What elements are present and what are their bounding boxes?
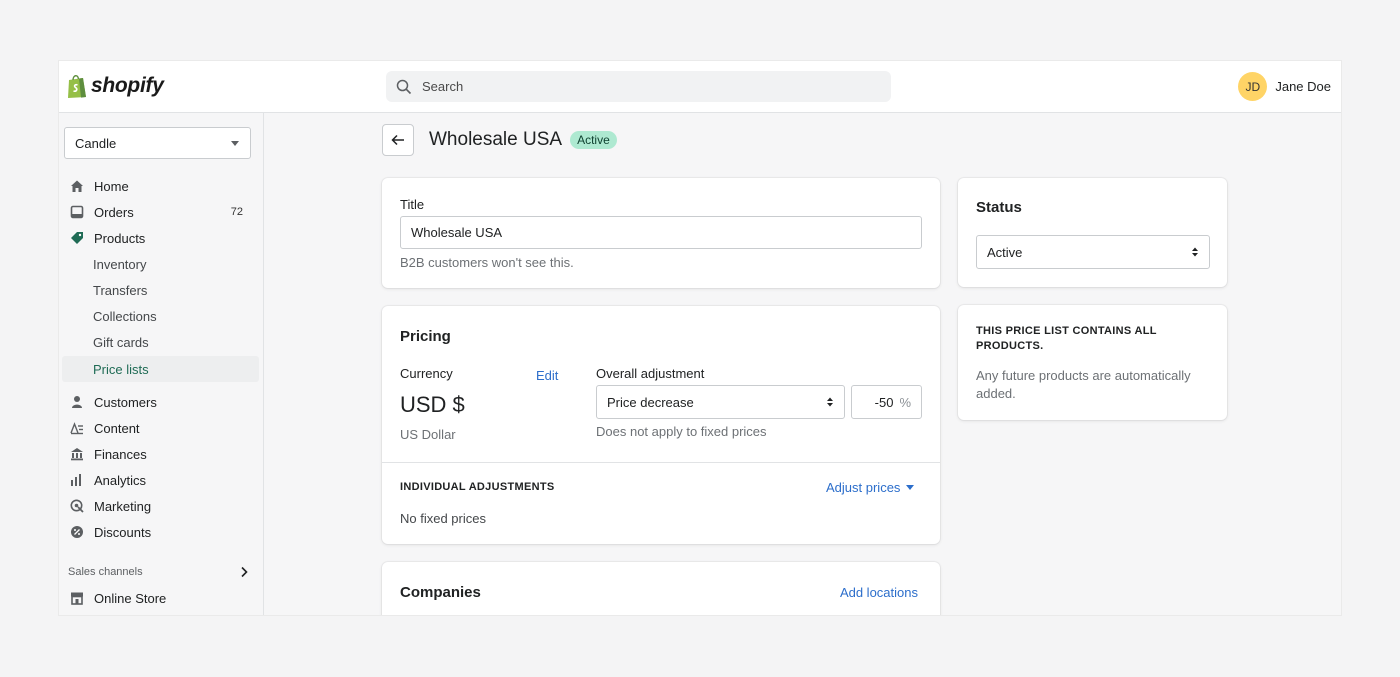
sidebar-item-content[interactable]: Content [62,416,259,440]
tag-icon [70,231,84,245]
sidebar-item-label: Price lists [93,361,149,377]
target-icon [70,499,84,513]
sidebar-item-analytics[interactable]: Analytics [62,468,259,492]
discount-icon [70,525,84,539]
sidebar-item-label: Products [94,230,146,246]
sidebar-item-online-store[interactable]: Online Store [62,586,259,610]
adjustment-type-value: Price decrease [607,394,694,410]
sidebar-item-transfers[interactable]: Transfers [62,278,259,302]
adjustment-help-text: Does not apply to fixed prices [596,424,767,439]
page-header: Wholesale USA Active [382,124,617,156]
sidebar-item-label: Orders [94,204,134,220]
page-title: Wholesale USA [429,129,563,150]
caret-down-icon [906,484,915,490]
sidebar-item-label: Online Store [94,590,167,606]
sidebar-item-label: Transfers [93,282,148,298]
status-badge: Active [570,131,617,149]
sidebar-item-gift-cards[interactable]: Gift cards [62,330,259,354]
content-icon [70,421,84,435]
no-fixed-prices-text: No fixed prices [400,511,486,526]
user-name: Jane Doe [1275,79,1331,94]
adjust-prices-button[interactable]: Adjust prices [826,480,915,495]
search-placeholder: Search [422,79,464,94]
sidebar-item-label: Marketing [94,498,152,514]
edit-currency-link[interactable]: Edit [536,368,558,383]
sidebar-item-label: Collections [93,308,157,324]
sidebar-item-finances[interactable]: Finances [62,442,259,466]
adjustment-value-input[interactable]: -50 % [851,385,922,419]
sidebar-item-inventory[interactable]: Inventory [62,252,259,276]
title-input[interactable]: Wholesale USA [400,216,922,249]
sidebar: Candle Home Orders 72 Products Inventory [59,113,264,615]
select-arrows-icon [1192,247,1198,257]
currency-label: Currency [400,366,453,381]
sidebar-item-collections[interactable]: Collections [62,304,259,328]
adjustment-type-select[interactable]: Price decrease [596,385,845,419]
orders-icon [70,205,84,219]
arrow-left-icon [391,134,404,146]
back-button[interactable] [382,124,414,156]
bank-icon [70,447,84,461]
avatar: JD [1238,72,1268,101]
top-bar: shopify Search JD Jane Doe [59,61,1341,113]
sidebar-item-label: Gift cards [93,334,149,350]
chevron-down-icon [231,141,239,146]
pricing-heading: Pricing [400,328,451,345]
sidebar-item-marketing[interactable]: Marketing [62,494,259,518]
sidebar-item-label: Analytics [94,472,147,488]
title-label: Title [400,197,425,212]
shopping-bag-icon [68,75,86,98]
store-select-value: Candle [75,135,117,151]
chevron-right-icon[interactable] [239,566,249,578]
sidebar-item-products[interactable]: Products [62,226,259,250]
sidebar-item-customers[interactable]: Customers [62,390,259,414]
sidebar-item-orders[interactable]: Orders 72 [62,200,259,224]
title-help-text: B2B customers won't see this. [400,255,574,270]
sidebar-item-price-lists[interactable]: Price lists [62,356,259,382]
app-window: shopify Search JD Jane Doe Candle Home O… [59,61,1341,615]
status-select[interactable]: Active [976,235,1210,269]
sidebar-item-discounts[interactable]: Discounts [62,520,259,544]
sidebar-item-label: Customers [94,394,157,410]
orders-count-badge: 72 [230,206,243,218]
sidebar-item-label: Inventory [93,256,147,272]
companies-card: Companies Add locations [382,562,940,615]
overall-adjustment-label: Overall adjustment [596,366,705,381]
divider [382,462,940,463]
companies-heading: Companies [400,584,481,601]
sidebar-item-label: Home [94,178,129,194]
store-icon [70,591,84,605]
info-body: Any future products are automatically ad… [976,368,1191,401]
sidebar-item-label: Discounts [94,524,152,540]
person-icon [70,395,84,409]
status-select-value: Active [987,244,1023,260]
title-input-value: Wholesale USA [411,225,503,240]
info-heading: THIS PRICE LIST CONTAINS ALL PRODUCTS. [976,325,1157,352]
adjustment-value: -50 [874,394,894,410]
pricing-card: Pricing Currency Edit USD $ US Dollar Ov… [382,306,940,544]
sidebar-item-label: Finances [94,446,147,462]
brand-name: shopify [91,74,164,97]
percent-suffix: % [899,394,911,410]
search-icon [396,79,412,94]
sales-channels-label: Sales channels [68,566,143,578]
title-card: Title Wholesale USA B2B customers won't … [382,178,940,288]
select-arrows-icon [827,397,833,407]
status-card: Status Active [958,178,1227,287]
home-icon [70,179,84,193]
sidebar-item-home[interactable]: Home [62,174,259,198]
sidebar-item-label: Content [94,420,140,436]
individual-adjustments-label: INDIVIDUAL ADJUSTMENTS [400,481,555,493]
shopify-logo[interactable]: shopify [66,73,164,99]
bar-chart-icon [70,473,84,487]
store-select[interactable]: Candle [64,127,251,159]
search-input[interactable]: Search [386,71,891,102]
user-menu[interactable]: JD Jane Doe [1238,72,1331,101]
status-heading: Status [976,199,1022,216]
currency-code: USD $ [400,392,465,417]
adjust-prices-label: Adjust prices [826,480,901,495]
price-list-info-card: THIS PRICE LIST CONTAINS ALL PRODUCTS. A… [958,305,1227,420]
add-locations-link[interactable]: Add locations [840,585,918,600]
currency-name: US Dollar [400,427,456,442]
